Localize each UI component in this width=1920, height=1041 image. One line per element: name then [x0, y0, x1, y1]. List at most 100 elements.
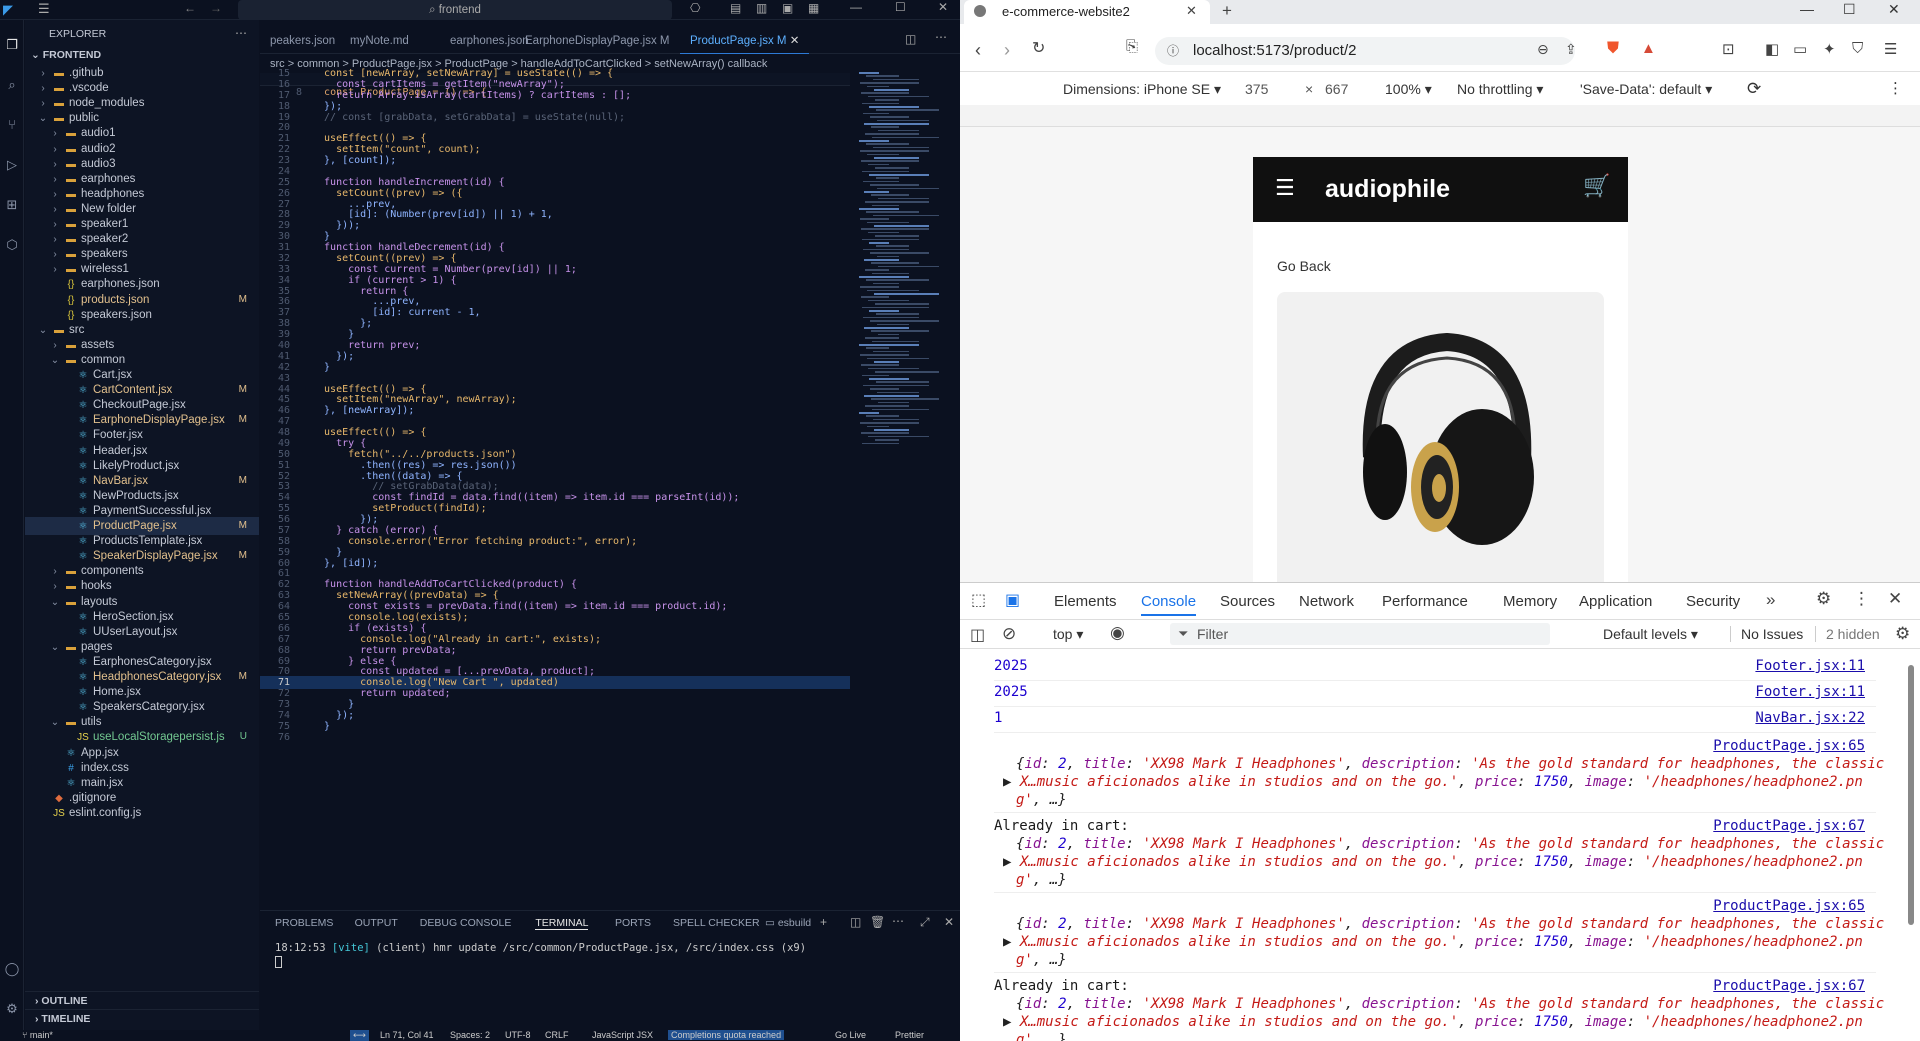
console-object[interactable]: {id: 2, title: 'XX98 Mark I Headphones',… [1016, 996, 1884, 1012]
explorer-more-icon[interactable]: ⋯ [235, 26, 247, 40]
devtools-tab-console[interactable]: Console [1141, 593, 1197, 616]
height-input[interactable]: 667 [1325, 81, 1348, 97]
forward-arrow-icon[interactable]: → [210, 1, 222, 15]
vpn-icon[interactable]: ⛉ [1852, 40, 1863, 57]
bookmark-icon[interactable]: ⎘ [1126, 38, 1138, 55]
browser-tab[interactable]: e-commerce-website2 ✕ [964, 0, 1210, 24]
device-select[interactable]: Dimensions: iPhone SE ▾ [1063, 81, 1221, 98]
site-logo[interactable]: audiophile [1325, 175, 1450, 204]
editor-tab[interactable]: peakers.json [260, 28, 345, 54]
width-input[interactable]: 375 [1245, 81, 1268, 97]
run-debug-icon[interactable]: ▷ [3, 156, 21, 174]
console-source-link[interactable]: ProductPage.jsx:67 [1713, 818, 1865, 834]
account-icon[interactable]: ◯ [3, 960, 21, 978]
console-source-link[interactable]: ProductPage.jsx:65 [1713, 738, 1865, 754]
terminal-split-icon[interactable]: ◫ [850, 915, 861, 929]
clear-console-icon[interactable]: ⊘ [1002, 624, 1016, 644]
console-source-link[interactable]: NavBar.jsx:22 [1755, 710, 1865, 726]
cursor-position[interactable]: Ln 71, Col 41 [380, 1030, 434, 1040]
leo-ai-icon[interactable]: ✦ [1823, 40, 1836, 58]
browser-maximize-icon[interactable]: ☐ [1843, 1, 1856, 18]
line-ending[interactable]: CRLF [545, 1030, 569, 1040]
back-arrow-icon[interactable]: ← [184, 1, 196, 15]
tree-item[interactable]: JS eslint.config.js [25, 804, 259, 822]
new-terminal-icon[interactable]: + [820, 915, 827, 929]
extensions-icon[interactable]: ⊞ [3, 196, 21, 214]
browser-close-icon[interactable]: ✕ [1888, 1, 1900, 18]
devtools-tab-sources[interactable]: Sources [1220, 593, 1275, 610]
devtools-tab-elements[interactable]: Elements [1054, 593, 1117, 610]
editor-tab[interactable]: ProductPage.jsx M ✕ [680, 28, 810, 54]
savedata-select[interactable]: 'Save-Data': default ▾ [1580, 81, 1712, 98]
inspect-element-icon[interactable]: ⬚ [971, 590, 986, 610]
tab-close-icon[interactable]: ✕ [1186, 3, 1197, 19]
command-center-search[interactable]: ⌕ frontend [238, 0, 672, 20]
throttle-select[interactable]: No throttling ▾ [1457, 81, 1543, 98]
layout-panel-icon[interactable]: ▤ [730, 1, 741, 15]
site-info-icon[interactable]: ⓘ [1167, 42, 1179, 59]
layout-sidebar-icon[interactable]: ▥ [756, 1, 767, 15]
issues-counter[interactable]: No Issues [1730, 626, 1803, 642]
devtools-tab-security[interactable]: Security [1686, 593, 1740, 610]
remote-icon[interactable]: ⬡ [3, 236, 21, 254]
explorer-root[interactable]: ⌄ FRONTEND [25, 46, 259, 64]
panel-tab[interactable]: DEBUG CONSOLE [420, 917, 512, 929]
console-source-link[interactable]: Footer.jsx:11 [1755, 658, 1865, 674]
nav-forward-icon[interactable]: › [1004, 40, 1010, 61]
device-toggle-icon[interactable]: ▣ [1005, 590, 1020, 610]
context-select[interactable]: top ▾ [1053, 626, 1083, 643]
console-filter[interactable]: ⏷ Filter [1170, 623, 1550, 645]
go-back-link[interactable]: Go Back [1277, 258, 1331, 274]
completions-status[interactable]: Completions quota reached [668, 1030, 785, 1040]
search-activity-icon[interactable]: ⌕ [3, 76, 21, 94]
sidebar-icon[interactable]: ◧ [1765, 40, 1779, 58]
panel-tab[interactable]: PORTS [615, 917, 651, 929]
maximize-icon[interactable]: ☐ [895, 0, 906, 14]
minimize-icon[interactable]: — [850, 0, 862, 14]
indentation[interactable]: Spaces: 2 [450, 1030, 490, 1040]
console-object[interactable]: {id: 2, title: 'XX98 Mark I Headphones',… [1016, 916, 1884, 932]
hamburger-icon[interactable]: ☰ [1275, 175, 1295, 201]
copilot-icon[interactable]: ⎔ [690, 1, 700, 15]
console-object[interactable]: {id: 2, title: 'XX98 Mark I Headphones',… [1016, 836, 1884, 852]
branch-indicator[interactable]: ⑂ main* [22, 1030, 53, 1040]
terminal-name[interactable]: ▭ esbuild [765, 917, 811, 929]
console-settings-icon[interactable]: ⚙ [1895, 624, 1910, 644]
expand-triangle-icon[interactable]: ▶ [1003, 854, 1020, 870]
devtools-close-icon[interactable]: ✕ [1888, 589, 1902, 609]
device-more-icon[interactable]: ⋮ [1888, 79, 1903, 97]
browser-minimize-icon[interactable]: — [1800, 1, 1814, 17]
split-editor-icon[interactable]: ◫ [905, 32, 916, 46]
remote-status-icon[interactable]: ⟷ [350, 1030, 369, 1041]
layout-editor-icon[interactable]: ▣ [782, 1, 793, 15]
expand-triangle-icon[interactable]: ▶ [1003, 774, 1020, 790]
timeline-section[interactable]: › TIMELINE [25, 1009, 259, 1027]
panel-tab[interactable]: PROBLEMS [275, 917, 333, 929]
live-expression-icon[interactable]: ◉ [1110, 623, 1125, 643]
editor-more-icon[interactable]: ⋯ [935, 30, 947, 44]
rotate-icon[interactable]: ⟳ [1747, 79, 1761, 99]
brave-shield-icon[interactable]: ⛊ [1607, 40, 1619, 58]
console-source-link[interactable]: ProductPage.jsx:67 [1713, 978, 1865, 994]
address-bar[interactable]: ⓘ localhost:5173/product/2 ⊖ ⇪ [1155, 37, 1577, 65]
reload-icon[interactable]: ↻ [1032, 38, 1045, 58]
wallet-icon[interactable]: ▭ [1793, 40, 1807, 58]
new-tab-icon[interactable]: + [1222, 1, 1232, 21]
devtools-settings-icon[interactable]: ⚙ [1816, 589, 1831, 609]
devtools-tab-application[interactable]: Application [1579, 593, 1652, 610]
language-mode[interactable]: JavaScript JSX [592, 1030, 653, 1040]
panel-tab[interactable]: TERMINAL [535, 917, 589, 930]
devtools-tab-memory[interactable]: Memory [1503, 593, 1557, 610]
panel-close-icon[interactable]: ✕ [944, 915, 954, 929]
devtools-tab-performance[interactable]: Performance [1382, 593, 1468, 610]
media-query-ruler[interactable] [960, 105, 1920, 127]
panel-tab[interactable]: SPELL CHECKER [673, 917, 760, 929]
expand-triangle-icon[interactable]: ▶ [1003, 934, 1020, 950]
minimap[interactable] [855, 72, 960, 552]
zoom-icon[interactable]: ⊖ [1537, 41, 1549, 58]
layout-secondary-icon[interactable]: ▦ [808, 1, 819, 15]
terminal-output[interactable]: 18:12:53 [vite] (client) hmr update /src… [275, 942, 806, 954]
go-live-button[interactable]: Go Live [835, 1030, 866, 1040]
url-text[interactable]: localhost:5173/product/2 [1193, 42, 1356, 59]
files-icon[interactable]: ❐ [3, 36, 21, 54]
